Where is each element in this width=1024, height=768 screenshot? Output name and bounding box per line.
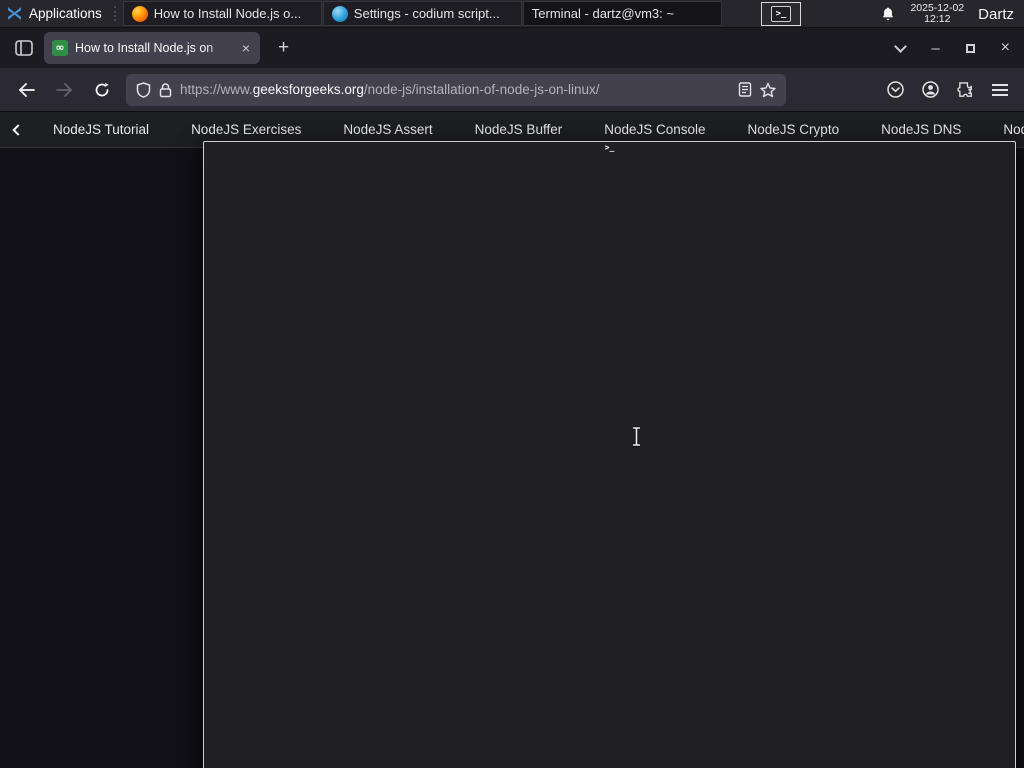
panel-clock[interactable]: 2025-12-02 12:12 — [910, 3, 964, 25]
notification-bell-icon[interactable] — [880, 6, 896, 22]
url-text: https://www.geeksforgeeks.org/node-js/in… — [180, 82, 730, 97]
tab-bar: How to Install Node.js on × + – × — [0, 28, 1024, 68]
tray-terminal-icon[interactable] — [761, 2, 801, 26]
forward-icon — [55, 82, 72, 97]
mouse-cursor-ibeam — [633, 426, 640, 447]
account-icon[interactable] — [922, 81, 939, 98]
window-controls: – × — [894, 28, 1024, 68]
navigation-toolbar: https://www.geeksforgeeks.org/node-js/in… — [0, 68, 1024, 112]
back-icon — [18, 82, 35, 97]
back-button[interactable] — [12, 76, 40, 104]
tasklist-handle[interactable] — [113, 6, 121, 21]
browser-tab[interactable]: How to Install Node.js on × — [44, 32, 260, 64]
applications-label: Applications — [29, 6, 102, 21]
pocket-icon[interactable] — [887, 81, 904, 98]
site-nav-link[interactable]: NodeJS Exercises — [170, 122, 322, 137]
tab-title: How to Install Node.js on — [75, 41, 214, 55]
reload-icon — [95, 82, 109, 96]
new-tab-button[interactable]: + — [272, 37, 295, 59]
minimize-button[interactable]: – — [931, 40, 939, 57]
firefox-view-button[interactable] — [10, 35, 38, 61]
site-nav-links: NodeJS Tutorial NodeJS Exercises NodeJS As… — [32, 122, 1024, 137]
site-nav-link[interactable]: NodeJS DNS — [860, 122, 982, 137]
list-all-tabs-chevron-icon[interactable] — [894, 39, 908, 53]
url-path: /node-js/installation-of-node-js-on-linu… — [363, 82, 600, 97]
shield-icon[interactable] — [136, 81, 151, 98]
close-button[interactable]: × — [1001, 39, 1010, 57]
applications-menu-button[interactable]: Applications — [0, 0, 112, 27]
session-user-button[interactable]: Dartz — [978, 6, 1014, 23]
panel-right: 2025-12-02 12:12 Dartz — [870, 0, 1024, 28]
nav-scroll-left-icon[interactable] — [12, 123, 24, 136]
menu-hamburger-icon[interactable] — [992, 83, 1008, 96]
window-button-list: How to Install Node.js o... Settings - c… — [122, 0, 1016, 768]
forward-button[interactable] — [50, 76, 78, 104]
site-nav-link[interactable]: NodeJS Tutorial — [32, 122, 170, 137]
tab-close-button[interactable]: × — [240, 40, 252, 56]
window-icon — [131, 5, 148, 22]
applications-icon — [8, 7, 21, 20]
maximize-button[interactable] — [965, 43, 975, 53]
panel-window-button[interactable]: Settings - codium script... — [322, 1, 522, 26]
clock-time: 12:12 — [924, 13, 951, 25]
bookmark-star-icon[interactable] — [760, 82, 776, 98]
lock-icon[interactable] — [159, 82, 172, 98]
firefox-view-icon — [15, 40, 33, 56]
extensions-icon[interactable] — [957, 81, 974, 98]
top-panel: Applications How to Install Node.js o...… — [0, 0, 1024, 768]
window-title: Terminal - dartz@vm3: ~ — [531, 6, 674, 21]
site-nav-link[interactable]: NodeJS Assert — [322, 122, 453, 137]
window-icon — [331, 5, 348, 22]
desktop-screen: Applications How to Install Node.js o...… — [0, 0, 1024, 768]
url-scheme: https://www. — [180, 82, 253, 97]
terminal-icon — [771, 6, 791, 22]
window-title: Settings - codium script... — [353, 6, 500, 21]
reader-mode-icon[interactable] — [738, 82, 752, 97]
url-bar[interactable]: https://www.geeksforgeeks.org/node-js/in… — [126, 73, 786, 106]
toolbar-right-icons — [887, 81, 1012, 98]
window-title: How to Install Node.js o... — [153, 6, 302, 21]
url-domain: geeksforgeeks.org — [252, 82, 364, 97]
geeksforgeeks-favicon — [52, 40, 68, 56]
site-nav-link[interactable]: NodeJS Console — [583, 122, 726, 137]
site-nav-link[interactable]: NodeJS Buffer — [454, 122, 584, 137]
site-nav-link[interactable]: Node — [982, 122, 1024, 137]
reload-button[interactable] — [88, 76, 116, 104]
panel-window-button[interactable]: How to Install Node.js o... — [122, 1, 322, 26]
panel-window-button[interactable]: Terminal - dartz@vm3: ~ — [203, 1, 1016, 768]
site-nav-link[interactable]: NodeJS Crypto — [727, 122, 861, 137]
